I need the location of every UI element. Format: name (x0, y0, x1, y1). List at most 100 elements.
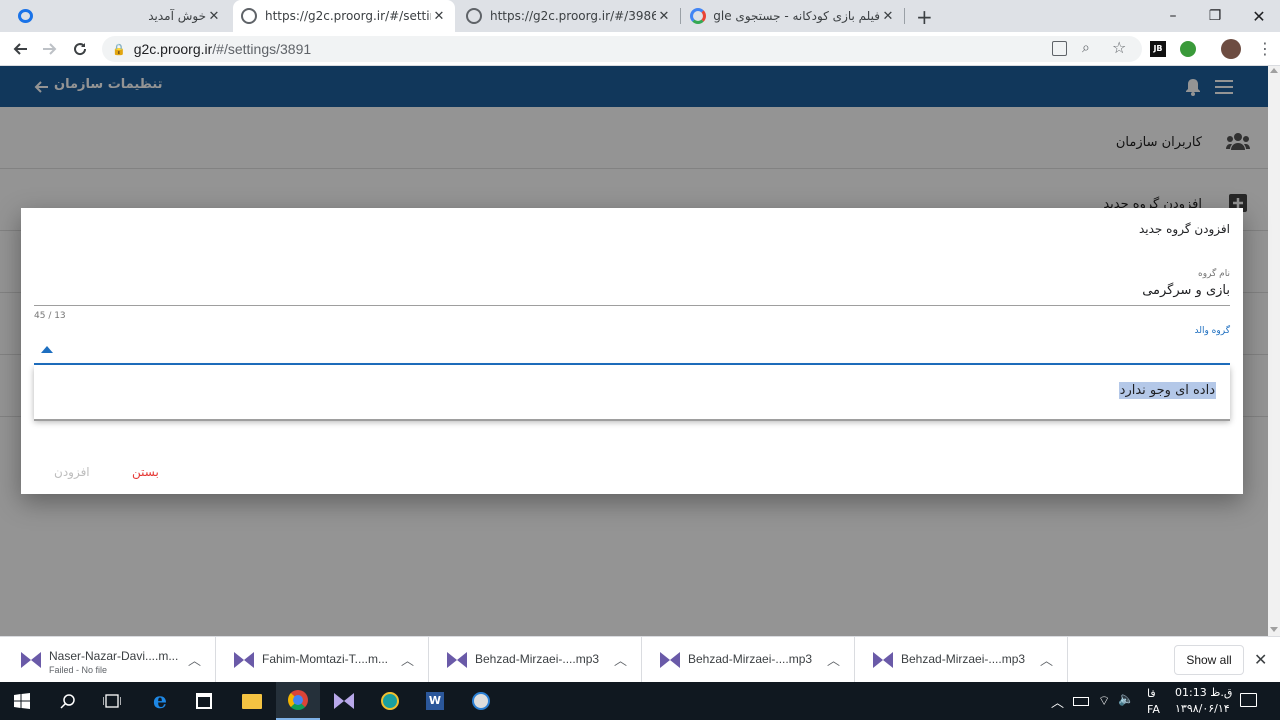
add-group-dialog: افزودن گروه جدید نام گروه بازی و سرگرمی … (21, 208, 1243, 494)
paint-icon (472, 692, 490, 710)
tab-google-search[interactable]: فیلم بازی کودکانه - جستجوی Google ✕ (682, 0, 904, 32)
close-button[interactable]: بستن (132, 465, 159, 479)
download-filename: Behzad-Mirzaei-....mp3 (475, 652, 600, 666)
store-icon (196, 693, 212, 709)
zoom-icon[interactable]: ⌕ (1082, 40, 1090, 56)
download-item[interactable]: Fahim-Momtazi-T....m... ︿ (216, 637, 429, 683)
browser-toolbar: 🔒 g2c.proorg.ir /#/settings/3891 ⌕ ☆ JB … (0, 32, 1280, 66)
taskbar-media-player[interactable] (322, 682, 366, 720)
media-file-icon (21, 652, 41, 668)
media-player-icon (334, 693, 354, 709)
bookmark-star-icon[interactable]: ☆ (1112, 38, 1126, 57)
wifi-icon[interactable]: ⌔ (1098, 693, 1110, 709)
dropdown-underline (34, 419, 1230, 421)
reload-button[interactable] (68, 37, 92, 61)
windows-logo-icon (14, 693, 30, 709)
scroll-down-icon[interactable] (1270, 627, 1278, 632)
app-circle-icon (381, 692, 399, 710)
scroll-up-icon[interactable] (1270, 68, 1278, 73)
search-icon (60, 694, 75, 709)
forward-button[interactable] (38, 37, 62, 61)
input-language[interactable]: FA (1147, 703, 1160, 716)
download-item[interactable]: Behzad-Mirzaei-....mp3 ︿ (429, 637, 642, 683)
task-view-button[interactable] (90, 682, 134, 720)
tab-separator (680, 8, 681, 24)
jb-extension-icon[interactable]: JB (1150, 41, 1166, 57)
clock-time[interactable]: ق.ظ 01:13 (1175, 686, 1232, 699)
window-close-button[interactable]: ✕ (1236, 0, 1280, 32)
menu-kebab-icon[interactable]: ⋮ (1257, 39, 1273, 58)
taskbar-app[interactable] (368, 682, 412, 720)
profile-avatar[interactable] (1221, 39, 1241, 59)
close-icon[interactable]: ✕ (656, 9, 672, 24)
back-button[interactable] (8, 37, 32, 61)
page-scrollbar[interactable] (1268, 66, 1280, 636)
tab-settings[interactable]: https://g2c.proorg.ir/#/settings/3891 ✕ (233, 0, 455, 32)
group-name-counter: 45 / 13 (34, 311, 66, 321)
tab-3986[interactable]: https://g2c.proorg.ir/#/3986 ✕ (458, 0, 680, 32)
tab-strip: خوش آمدید ✕ https://g2c.proorg.ir/#/sett… (0, 0, 1280, 32)
minimize-button[interactable]: – (1150, 0, 1196, 32)
download-filename: Fahim-Momtazi-T....m... (262, 652, 389, 666)
dropdown-empty-message: داده ای وجو ندارد (1118, 382, 1216, 399)
show-all-button[interactable]: Show all (1174, 645, 1244, 675)
chrome-icon (288, 690, 308, 710)
dialog-title: افزودن گروه جدید (1138, 222, 1230, 236)
download-status: Failed - No file (49, 665, 108, 675)
taskbar-word[interactable]: W (413, 682, 457, 720)
maximize-button[interactable]: ❐ (1192, 0, 1238, 32)
close-icon[interactable]: ✕ (206, 9, 222, 24)
url-host: g2c.proorg.ir (133, 41, 213, 57)
close-icon[interactable]: ✕ (431, 9, 447, 24)
download-filename: Behzad-Mirzaei-....mp3 (688, 652, 813, 666)
download-item[interactable]: Naser-Nazar-Davi....m... Failed - No fil… (3, 637, 216, 683)
clock-date[interactable]: ۱۳۹۸/۰۶/۱۴ (1175, 702, 1230, 715)
translate-icon[interactable] (1052, 41, 1067, 56)
parent-group-dropdown: داده ای وجو ندارد (34, 365, 1230, 419)
close-icon[interactable]: ✕ (880, 9, 896, 24)
taskbar-chrome[interactable] (276, 682, 320, 720)
download-item[interactable]: Behzad-Mirzaei-....mp3 ︿ (642, 637, 855, 683)
chevron-up-icon[interactable]: ︿ (614, 650, 627, 669)
volume-icon[interactable]: 🔈 (1118, 692, 1134, 707)
download-filename: Behzad-Mirzaei-....mp3 (901, 652, 1026, 666)
address-bar[interactable]: 🔒 g2c.proorg.ir /#/settings/3891 ⌕ ☆ (102, 36, 1142, 62)
taskbar-paint[interactable] (459, 682, 503, 720)
tray-chevron-up-icon[interactable]: ︿ (1051, 692, 1064, 711)
extension-globe-icon[interactable] (1180, 41, 1196, 57)
notification-icon[interactable] (1240, 693, 1257, 707)
taskbar-explorer[interactable] (230, 682, 274, 720)
input-language-short[interactable]: فا (1147, 687, 1156, 700)
search-button[interactable] (46, 682, 90, 720)
tab-welcome[interactable]: خوش آمدید ✕ (140, 0, 230, 32)
chevron-up-icon[interactable]: ︿ (1040, 650, 1053, 669)
new-tab-button[interactable]: + (916, 5, 933, 29)
task-view-icon (103, 694, 121, 708)
chevron-up-icon[interactable]: ︿ (827, 650, 840, 669)
chevron-up-icon[interactable]: ︿ (188, 650, 201, 669)
group-name-underline (34, 305, 1230, 306)
edge-icon: e (153, 688, 167, 714)
taskbar-store[interactable] (182, 682, 226, 720)
start-button[interactable] (0, 682, 44, 720)
group-name-label: نام گروه (1198, 269, 1230, 279)
add-button[interactable]: افزودن (54, 465, 90, 479)
google-icon (690, 8, 706, 24)
shelf-close-button[interactable]: ✕ (1254, 650, 1267, 669)
tab-title: https://g2c.proorg.ir/#/3986 (490, 9, 656, 23)
parent-group-label: گروه والد (1194, 326, 1231, 336)
reload-icon (74, 43, 87, 56)
download-item[interactable]: Behzad-Mirzaei-....mp3 ︿ (855, 637, 1068, 683)
chevron-up-icon[interactable]: ︿ (401, 650, 414, 669)
tab-title: فیلم بازی کودکانه - جستجوی Google (714, 9, 880, 23)
taskbar-edge[interactable]: e (138, 682, 182, 720)
tab-title: خوش آمدید (148, 9, 206, 23)
download-filename: Naser-Nazar-Davi....m... (49, 649, 179, 663)
downloads-shelf: Naser-Nazar-Davi....m... Failed - No fil… (0, 636, 1280, 683)
media-file-icon (447, 652, 467, 668)
dropdown-arrow-up-icon[interactable] (41, 346, 53, 353)
battery-icon[interactable] (1073, 697, 1089, 706)
windows-taskbar: e W ︿ ⌔ 🔈 فا FA ق.ظ 01:13 ۱۳۹۸/۰۶/۱۴ (0, 682, 1280, 720)
group-name-input[interactable]: بازی و سرگرمی (1142, 283, 1230, 298)
media-file-icon (660, 652, 680, 668)
